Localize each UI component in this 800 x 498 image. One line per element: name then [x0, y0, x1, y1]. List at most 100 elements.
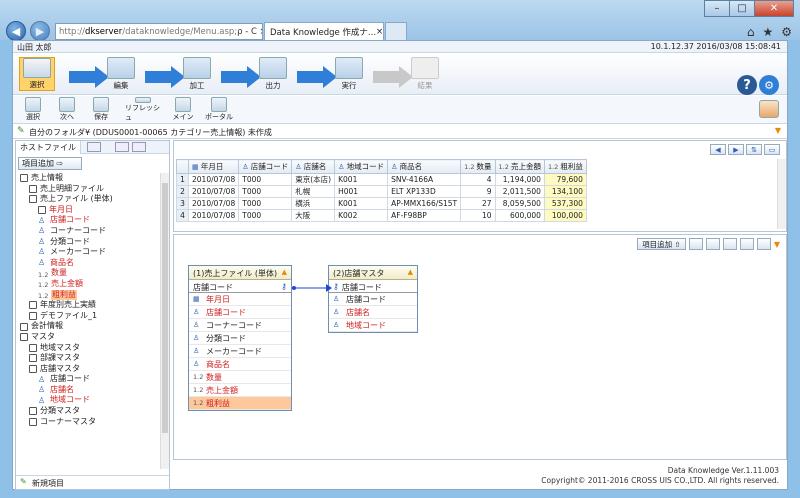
help-icon[interactable]: ? — [737, 75, 757, 95]
refresh-button[interactable]: リフレッシュ — [125, 97, 161, 123]
diagram-tool-icon[interactable] — [705, 238, 720, 250]
entity-field[interactable]: ♙ 分類コード — [189, 332, 291, 345]
save-button[interactable]: 保存 — [87, 97, 115, 123]
column-header[interactable]: 1.2 売上金額 — [494, 159, 545, 174]
diagram-tool-icon[interactable] — [688, 238, 703, 250]
entity-field[interactable]: ♙ 店舗名 — [329, 306, 417, 319]
step-edit[interactable]: 編集 — [103, 57, 139, 91]
relation-line[interactable] — [292, 282, 332, 294]
tab-search-icon[interactable] — [115, 142, 129, 152]
tree-item[interactable]: デモファイル_1 — [16, 311, 161, 322]
browser-tab[interactable]: Data Knowledge 作成ナ... × — [264, 22, 384, 40]
tree-item[interactable]: ♙ 店舗名 — [16, 385, 161, 396]
add-item-button[interactable]: 項目追加 ⇨ — [18, 157, 82, 170]
user-settings-icon[interactable] — [759, 100, 779, 118]
entity-header[interactable]: (2)店舗マスタ ▲ — [329, 266, 417, 280]
tree-item[interactable]: ♙ 店舗コード — [16, 215, 161, 226]
tree-item[interactable]: ♙ メーカーコード — [16, 247, 161, 258]
tree-item[interactable]: 1.2 粗利益 — [16, 289, 161, 301]
tree-item[interactable]: 部課マスタ — [16, 353, 161, 364]
tab-host-file[interactable]: ホストファイル — [16, 140, 81, 154]
entity-join-key[interactable]: 店舗コード ⚷ — [189, 280, 291, 293]
tree-item[interactable]: 年月日 — [16, 205, 161, 216]
entity-store-master[interactable]: (2)店舗マスタ ▲ ⚷ 店舗コード ♙ 店舗コード ♙ 店舗名 ♙ 地域コード — [328, 265, 418, 333]
tree-scrollbar[interactable] — [160, 173, 169, 469]
config-icon[interactable]: ⚙ — [759, 75, 779, 95]
step-output[interactable]: 出力 — [255, 57, 291, 91]
entity-header[interactable]: (1)売上ファイル (単体) ▲ — [189, 266, 291, 280]
address-controls[interactable]: ρ - C × — [237, 27, 262, 37]
tree-item[interactable]: ♙ コーナーコード — [16, 226, 161, 237]
column-header[interactable]: ♙ 店舗名 — [291, 159, 336, 174]
diagram-dropdown-icon[interactable]: ▼ — [774, 240, 780, 249]
star-icon[interactable]: ★ — [762, 25, 773, 39]
step-select[interactable]: 選択 — [19, 57, 55, 91]
entity-field[interactable]: 1.2 売上金額 — [189, 384, 291, 397]
table-row[interactable]: 3 2010/07/08 T000 横浜 K001 AP-MMX166/S15T 27 8,0… — [176, 197, 587, 210]
prev-icon[interactable]: ◀ — [710, 144, 726, 155]
tree-item[interactable]: ♙ 地域コード — [16, 395, 161, 406]
tree-item[interactable]: 売上情報 — [16, 173, 161, 184]
tree-item[interactable]: 店舗マスタ — [16, 364, 161, 375]
column-header[interactable]: ♙ 商品名 — [387, 159, 462, 174]
column-header[interactable]: ▦ 年月日 — [187, 159, 240, 174]
entity-field[interactable]: 1.2 数量 — [189, 371, 291, 384]
step-process[interactable]: 加工 — [179, 57, 215, 91]
entity-field[interactable]: ♙ 商品名 — [189, 358, 291, 371]
close-window-button[interactable]: ✕ — [754, 0, 794, 17]
entity-field[interactable]: ♙ 店舗コード — [329, 293, 417, 306]
entity-field[interactable]: 1.2 粗利益 — [189, 397, 291, 410]
tree-item[interactable]: コーナーマスタ — [16, 417, 161, 428]
step-run[interactable]: 実行 — [331, 57, 367, 91]
table-row[interactable]: 4 2010/07/08 T000 大阪 K002 AF-F98BP 10 600,000 10… — [176, 209, 587, 222]
maximize-button[interactable]: □ — [729, 0, 755, 17]
tab-window-icon[interactable] — [87, 142, 101, 152]
tab-list-icon[interactable] — [132, 142, 146, 152]
column-header[interactable]: ♙ 店舗コード — [238, 159, 293, 174]
tree-item[interactable]: 分類マスタ — [16, 406, 161, 417]
address-bar[interactable]: http://dkserver/dataknowledge/Menu.asp; … — [55, 23, 263, 40]
path-dropdown-icon[interactable]: ▼ — [775, 126, 781, 135]
column-header[interactable]: 1.2 数量 — [460, 159, 496, 174]
tree-item[interactable]: マスタ — [16, 332, 161, 343]
diagram-add-item-button[interactable]: 項目追加 ⇧ — [637, 238, 686, 250]
column-header[interactable]: ♙ 地域コード — [334, 159, 389, 174]
column-header[interactable]: 1.2 粗利益 — [543, 159, 587, 174]
entity-sales-file[interactable]: (1)売上ファイル (単体) ▲ 店舗コード ⚷ ▦ 年月日 ♙ 店舗コード ♙ コーナーコード ♙… — [188, 265, 292, 411]
table-row[interactable]: 1 2010/07/08 T000 東京(本店) K001 SNV-4166A 4 1,194… — [176, 173, 587, 186]
next-button[interactable]: 次へ — [53, 97, 81, 123]
home-icon[interactable]: ⌂ — [747, 25, 755, 39]
diagram-tool-icon[interactable] — [722, 238, 737, 250]
main-button[interactable]: メイン — [169, 97, 197, 123]
tree-item[interactable]: 地域マスタ — [16, 343, 161, 354]
back-button[interactable]: ◀ — [6, 21, 26, 41]
select-button[interactable]: 選択 — [19, 97, 47, 123]
entity-field[interactable]: ♙ メーカーコード — [189, 345, 291, 358]
entity-field[interactable]: ♙ 地域コード — [329, 319, 417, 332]
tree-item[interactable]: ♙ 店舗コード — [16, 374, 161, 385]
tree-item[interactable]: 年度別売上実績 — [16, 300, 161, 311]
minimize-button[interactable]: – — [704, 0, 730, 17]
new-tab-button[interactable] — [385, 22, 407, 40]
next-icon[interactable]: ▶ — [728, 144, 744, 155]
diagram-tool-icon[interactable] — [756, 238, 771, 250]
tree-item[interactable]: ♙ 商品名 — [16, 258, 161, 269]
diagram-tool-icon[interactable] — [739, 238, 754, 250]
entity-field[interactable]: ♙ コーナーコード — [189, 319, 291, 332]
tree-item[interactable]: ♙ 分類コード — [16, 237, 161, 248]
tree-item[interactable]: 1.2 数量 — [16, 268, 161, 279]
entity-field[interactable]: ▦ 年月日 — [189, 293, 291, 306]
settings-icon[interactable]: ⚙ — [781, 25, 792, 39]
forward-button[interactable]: ▶ — [30, 21, 50, 41]
tab-close-button[interactable]: × — [376, 27, 383, 37]
entity-field[interactable]: ♙ 店舗コード — [189, 306, 291, 319]
grid-scrollbar[interactable] — [777, 159, 786, 229]
sort-icon[interactable]: ⇅ — [746, 144, 762, 155]
portal-button[interactable]: ポータル — [203, 97, 235, 123]
table-row[interactable]: 2 2010/07/08 T000 札幌 H001 ELT XP133D 9 2,011,50… — [176, 185, 587, 198]
view-icon[interactable]: ▭ — [764, 144, 780, 155]
tree-item[interactable]: 売上ファイル (単体) — [16, 194, 161, 205]
tree-item[interactable]: 売上明細ファイル — [16, 184, 161, 195]
tree-item[interactable]: 1.2 売上金額 — [16, 279, 161, 290]
tree-item[interactable]: 会計情報 — [16, 321, 161, 332]
